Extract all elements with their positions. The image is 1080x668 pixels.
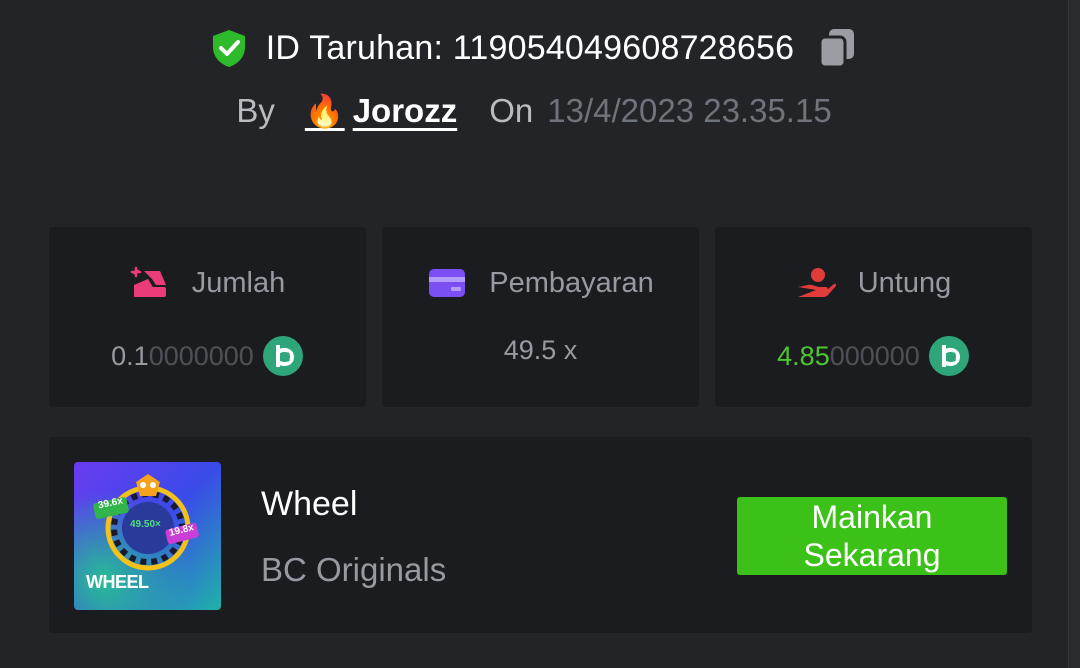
profit-card: Untung 4.85000000 <box>715 227 1032 407</box>
bet-id-text: ID Taruhan: 11905404960872865​6 <box>266 29 794 68</box>
bet-amount-icon <box>130 265 170 301</box>
profit-value-decimals: 000000 <box>829 340 920 371</box>
game-thumbnail[interactable]: 39.6x 49.50× 19.8x WHEEL <box>74 462 221 610</box>
copy-icon[interactable] <box>816 26 858 70</box>
bet-id-label: ID Taruhan: <box>265 28 444 67</box>
game-provider: BC Originals <box>261 551 447 588</box>
amount-header: Jumlah <box>130 265 286 301</box>
bet-id-row: ID Taruhan: 11905404960872865​6 <box>0 26 1068 70</box>
profit-value-main: 4.85 <box>777 340 830 371</box>
payout-header: Pembayaran <box>427 265 654 301</box>
amount-value-decimals: 0000000 <box>148 340 254 371</box>
user-name: Jorozz <box>352 92 458 129</box>
fire-icon: 🔥 <box>304 93 345 129</box>
payout-card: Pembayaran 49.5 x <box>382 227 699 407</box>
amount-card: Jumlah 0.10000000 <box>49 227 366 407</box>
profit-header: Untung <box>796 265 952 301</box>
user-link[interactable]: 🔥 Jorozz <box>305 92 457 130</box>
bet-date: 13/4/2023 23.35.15 <box>547 92 832 129</box>
play-now-button[interactable]: Mainkan Sekarang <box>737 497 1007 575</box>
play-now-line2: Sekarang <box>803 537 941 573</box>
bc-coin-icon <box>262 335 304 377</box>
amount-value-main: 0.1 <box>111 340 149 371</box>
bet-stats: Jumlah 0.10000000 Pembayaran 49.5 x Untu… <box>49 227 1032 407</box>
card-icon <box>427 265 467 301</box>
thumb-title: WHEEL <box>86 572 149 592</box>
bet-meta-row: By 🔥 Jorozz On 13/4/2023 23.35.15 <box>0 92 1068 130</box>
payout-value-row: 49.5 x <box>504 335 578 366</box>
game-card: 39.6x 49.50× 19.8x WHEEL Wheel BC Origin… <box>49 437 1032 633</box>
thumb-badge-2: 49.50× <box>130 519 161 530</box>
bet-id-value: 11905404960872865​6 <box>452 28 795 67</box>
amount-value: 0.10000000 <box>111 335 304 377</box>
game-name[interactable]: Wheel <box>261 485 357 524</box>
profit-label: Untung <box>857 266 952 299</box>
on-label: On <box>489 92 534 129</box>
scrollbar-track[interactable] <box>1068 0 1080 668</box>
amount-label: Jumlah <box>191 266 286 299</box>
shield-check-icon <box>210 28 248 68</box>
payout-label: Pembayaran <box>489 266 654 299</box>
profit-value: 4.85000000 <box>777 335 970 377</box>
bc-coin-icon <box>928 335 970 377</box>
hand-coin-icon <box>796 265 836 301</box>
payout-value: 49.5 x <box>503 335 578 365</box>
by-label: By <box>236 92 275 129</box>
play-now-line1: Mainkan <box>811 499 933 535</box>
